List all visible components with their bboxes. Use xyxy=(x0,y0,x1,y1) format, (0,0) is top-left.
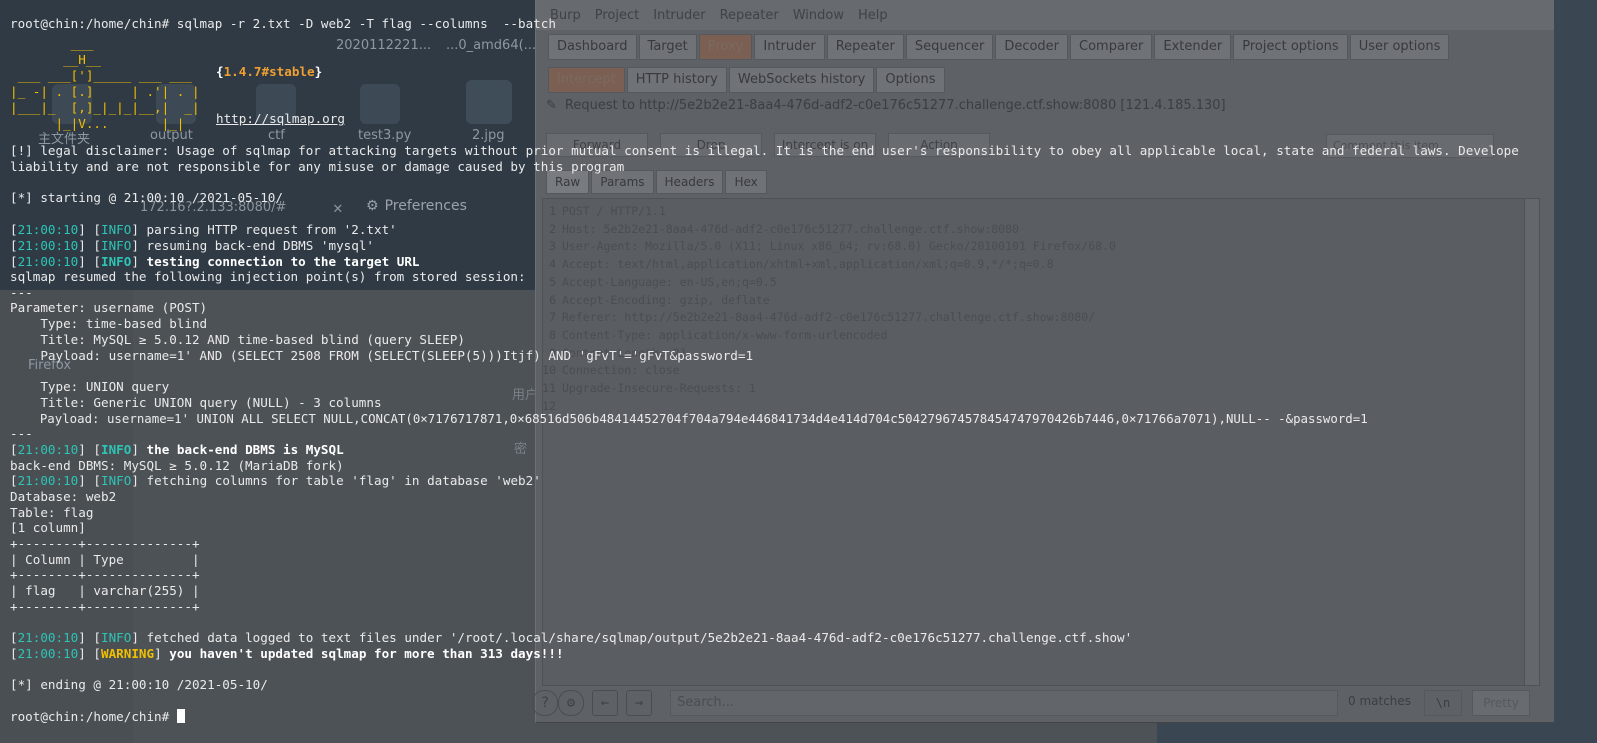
parameter-line: Parameter: username (POST) xyxy=(10,300,208,315)
log-line: [21:00:10] [INFO] testing connection to … xyxy=(10,254,420,269)
column-count-line: [1 column] xyxy=(10,520,86,535)
log-time: 21:00:10 xyxy=(17,222,79,237)
brace-open: { xyxy=(216,64,224,79)
log-message: testing connection to the target URL xyxy=(146,254,420,269)
version-line: {1.4.7#stable} xyxy=(216,64,322,80)
log-level-info: INFO xyxy=(101,254,132,269)
log-time: 21:00:10 xyxy=(17,238,79,253)
table-border: +--------+--------------+ xyxy=(10,599,200,614)
log-message: the back-end DBMS is MySQL xyxy=(146,442,344,457)
log-line: [21:00:10] [INFO] parsing HTTP request f… xyxy=(10,222,397,237)
log-message: parsing HTTP request from '2.txt' xyxy=(146,222,397,237)
resumed-line: sqlmap resumed the following injection p… xyxy=(10,269,526,284)
logo-line: ___ ___[']_____ ___ ___ xyxy=(10,68,208,83)
log-message: you haven't updated sqlmap for more than… xyxy=(169,646,564,661)
starting-line: [*] starting @ 21:00:10 /2021-05-10/ xyxy=(10,190,283,205)
type-line: Type: UNION query xyxy=(10,379,170,394)
text-cursor xyxy=(176,709,185,723)
log-time: 21:00:10 xyxy=(17,630,79,645)
type-line: Type: time-based blind xyxy=(10,316,208,331)
logo-line: |_ -| . [.] | .'| . | xyxy=(10,84,200,99)
log-time: 21:00:10 xyxy=(17,254,79,269)
logo-line: |_|V... |_| xyxy=(10,116,208,131)
logo-line: |___|_ [,]_|_|_|__,| _| xyxy=(10,100,200,115)
logo-line: ___ xyxy=(10,36,94,51)
brace-close: } xyxy=(314,64,323,79)
log-message: fetching columns for table 'flag' in dat… xyxy=(146,473,541,488)
title-line: Title: MySQL ≥ 5.0.12 AND time-based bli… xyxy=(10,332,465,347)
table-border: +--------+--------------+ xyxy=(10,536,200,551)
prompt-line[interactable]: root@chin:/home/chin# xyxy=(10,709,185,725)
logo-line: __H__ xyxy=(10,52,101,67)
database-line: Database: web2 xyxy=(10,489,117,504)
version-text: 1.4.7#stable xyxy=(223,64,315,79)
backend-line: back-end DBMS: MySQL ≥ 5.0.12 (MariaDB f… xyxy=(10,458,344,473)
log-line: [21:00:10] [INFO] fetching columns for t… xyxy=(10,473,541,488)
table-row: | flag | varchar(255) | xyxy=(10,583,200,598)
prompt-text: root@chin:/home/chin# xyxy=(10,709,177,724)
log-line: [21:00:10] [INFO] resuming back-end DBMS… xyxy=(10,238,374,253)
log-time: 21:00:10 xyxy=(17,646,79,661)
ending-line: [*] ending @ 21:00:10 /2021-05-10/ xyxy=(10,677,268,692)
disclaimer-line-1: [!] legal disclaimer: Usage of sqlmap fo… xyxy=(10,143,1519,158)
payload-line: Payload: username=1' UNION ALL SELECT NU… xyxy=(10,411,1368,426)
command-line: root@chin:/home/chin# sqlmap -r 2.txt -D… xyxy=(10,16,556,31)
separator-line: --- xyxy=(10,426,33,441)
table-header-row: | Column | Type | xyxy=(10,552,200,567)
table-line: Table: flag xyxy=(10,505,94,520)
log-time: 21:00:10 xyxy=(17,442,79,457)
title-line: Title: Generic UNION query (NULL) - 3 co… xyxy=(10,395,382,410)
log-level-warning: WARNING xyxy=(101,646,155,661)
log-level-info: INFO xyxy=(101,473,132,488)
log-line: [21:00:10] [WARNING] you haven't updated… xyxy=(10,646,564,661)
log-line: [21:00:10] [INFO] fetched data logged to… xyxy=(10,630,1133,645)
log-message: resuming back-end DBMS 'mysql' xyxy=(146,238,374,253)
payload-line: Payload: username=1' AND (SELECT 2508 FR… xyxy=(10,348,754,363)
log-level-info: INFO xyxy=(101,630,132,645)
sqlmap-logo: ___ __H__ ___ ___[']_____ ___ ___ |_ -| … xyxy=(10,36,207,132)
disclaimer-line-2: liability and are not responsible for an… xyxy=(10,159,625,174)
table-border: +--------+--------------+ xyxy=(10,567,200,582)
terminal[interactable]: root@chin:/home/chin# sqlmap -r 2.txt -D… xyxy=(0,0,1597,743)
sqlmap-site-link[interactable]: http://sqlmap.org xyxy=(216,111,345,127)
log-time: 21:00:10 xyxy=(17,473,79,488)
log-level-info: INFO xyxy=(101,238,132,253)
log-level-info: INFO xyxy=(101,222,132,237)
log-line: [21:00:10] [INFO] the back-end DBMS is M… xyxy=(10,442,344,457)
separator-line: --- xyxy=(10,285,33,300)
log-level-info: INFO xyxy=(101,442,132,457)
log-message: fetched data logged to text files under … xyxy=(146,630,1133,645)
